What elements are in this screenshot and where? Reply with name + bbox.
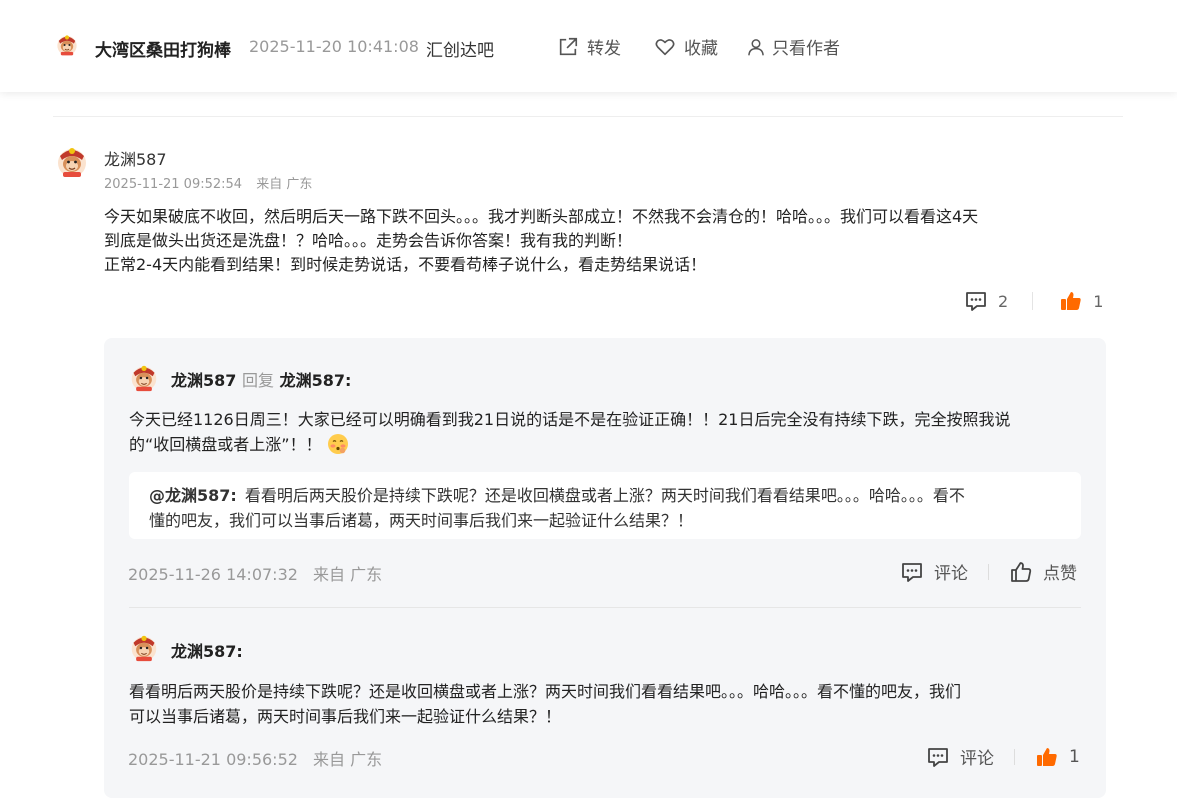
quoted-comment[interactable]: @龙渊587: 看看明后两天股价是持续下跌呢？还是收回横盘或者上涨？两天时间我们看… xyxy=(129,472,1081,539)
comment-icon xyxy=(926,745,950,769)
reply-like-button[interactable]: 1 xyxy=(1035,745,1080,769)
quote-text: 懂的吧友，我们可以当事后诸葛，两天时间事后我们来一起验证什么结果？！ xyxy=(149,511,694,530)
author-only-button[interactable]: 只看作者 xyxy=(746,34,840,59)
avatar-monkey-icon[interactable] xyxy=(130,634,158,662)
reply-actions: 评论 1 xyxy=(926,744,1080,769)
favorite-label: 收藏 xyxy=(684,39,718,59)
action-divider xyxy=(988,563,989,580)
post-time: 2025-11-20 10:41:08 xyxy=(249,37,419,56)
reply-text-line: 看看明后两天股价是持续下跌呢？还是收回横盘或者上涨？两天时间我们看看结果吧。。。… xyxy=(129,682,962,701)
reply-header: 龙渊587 回复 龙渊587: xyxy=(171,367,351,391)
comment-meta: 2025-11-21 09:52:54 来自 广东 xyxy=(104,173,322,192)
reply-count: 2 xyxy=(998,291,1009,311)
comment-location: 来自 广东 xyxy=(256,177,313,192)
reply-text: 看看明后两天股价是持续下跌呢？还是收回横盘或者上涨？两天时间我们看看结果吧。。。… xyxy=(129,679,1089,729)
quote-line: @龙渊587: 看看明后两天股价是持续下跌呢？还是收回横盘或者上涨？两天时间我们看… xyxy=(149,483,1061,508)
comment-text-line: 到底是做头出货还是洗盘！？哈哈。。。走势会告诉你答案！我有我的判断！ xyxy=(104,231,633,250)
reply-comment-button[interactable]: 评论 xyxy=(926,744,994,769)
like-button[interactable]: 1 xyxy=(1059,289,1103,313)
person-icon xyxy=(748,38,764,55)
quote-text: 看看明后两天股价是持续下跌呢？还是收回横盘或者上涨？两天时间我们看看结果吧。。。… xyxy=(244,486,965,505)
action-divider xyxy=(1014,748,1015,765)
reply-like-label: 点赞 xyxy=(1043,564,1077,584)
reply-location: 来自 广东 xyxy=(313,750,383,769)
divider xyxy=(129,607,1081,608)
reply-username[interactable]: 龙渊587: xyxy=(171,642,243,661)
reply-like-button[interactable]: 点赞 xyxy=(1009,559,1077,584)
reply-comment-button[interactable]: 评论 xyxy=(900,559,968,584)
reply-location: 来自 广东 xyxy=(313,565,383,584)
author-only-label: 只看作者 xyxy=(772,39,840,59)
like-count: 1 xyxy=(1093,291,1104,311)
comment-icon xyxy=(964,289,988,313)
reply-to-user[interactable]: 龙渊587: xyxy=(280,371,352,390)
post-header-bar: 大湾区桑田打狗棒 2025-11-20 10:41:08 汇创达吧 转发 收藏 … xyxy=(0,0,1177,92)
thumbs-up-icon xyxy=(1009,560,1033,584)
reply-comment-label: 评论 xyxy=(934,564,968,584)
thumbs-up-icon xyxy=(1035,745,1059,769)
comment-time: 2025-11-21 09:52:54 xyxy=(104,177,243,192)
reply-time: 2025-11-26 14:07:32 xyxy=(128,565,298,584)
comment-icon xyxy=(900,560,924,584)
avatar-monkey-icon[interactable] xyxy=(56,146,88,178)
reply-count-button[interactable]: 2 xyxy=(964,289,1008,313)
reply-text-line: 可以当事后诸葛，两天时间事后我们来一起验证什么结果？！ xyxy=(129,707,562,726)
thumbs-up-icon xyxy=(1059,289,1083,313)
reply-meta: 2025-11-21 09:56:52 来自 广东 xyxy=(128,746,392,770)
share-icon xyxy=(559,37,578,55)
heart-icon xyxy=(655,38,675,55)
divider xyxy=(53,116,1123,117)
replies-container: 龙渊587 回复 龙渊587: 今天已经1126日周三！大家已经可以明确看到我2… xyxy=(104,338,1106,798)
comment-text-line: 今天如果破底不收回，然后明后天一路下跌不回头。。。我才判断头部成立！不然我不会清… xyxy=(104,207,979,226)
reply-text-line: 的“收回横盘或者上涨”！！ xyxy=(129,432,1089,457)
reply-text-fragment: 的“收回横盘或者上涨”！！ xyxy=(129,435,322,454)
comment-actions: 2 1 xyxy=(964,289,1103,313)
share-label: 转发 xyxy=(587,39,621,59)
reply-header: 龙渊587: xyxy=(171,638,243,662)
post-author[interactable]: 大湾区桑田打狗棒 xyxy=(95,36,231,61)
bar-name-link[interactable]: 汇创达吧 xyxy=(426,36,494,61)
quote-username[interactable]: @龙渊587: xyxy=(149,486,237,505)
reply-comment-label: 评论 xyxy=(960,749,994,769)
avatar-monkey-icon[interactable] xyxy=(56,34,78,56)
comment-text-line: 正常2-4天内能看到结果！到时候走势说话，不要看苟棒子说什么，看走势结果说话！ xyxy=(104,255,707,274)
action-divider xyxy=(1032,292,1034,310)
reply-username[interactable]: 龙渊587 xyxy=(171,371,236,390)
reply-text: 今天已经1126日周三！大家已经可以明确看到我21日说的话是不是在验证正确！！2… xyxy=(129,407,1089,457)
comment-username[interactable]: 龙渊587 xyxy=(104,146,167,170)
reply-word: 回复 xyxy=(241,371,274,390)
share-button[interactable]: 转发 xyxy=(557,34,621,59)
reply-actions: 评论 点赞 xyxy=(900,559,1077,584)
reply-text-line: 今天已经1126日周三！大家已经可以明确看到我21日说的话是不是在验证正确！！2… xyxy=(129,410,1011,429)
reply-like-count: 1 xyxy=(1069,746,1080,767)
reply-meta: 2025-11-26 14:07:32 来自 广东 xyxy=(128,561,392,585)
avatar-monkey-icon[interactable] xyxy=(130,364,158,392)
comment-text: 今天如果破底不收回，然后明后天一路下跌不回头。。。我才判断头部成立！不然我不会清… xyxy=(104,205,1114,277)
favorite-button[interactable]: 收藏 xyxy=(654,34,718,59)
blush-emoji-icon xyxy=(327,434,348,454)
reply-time: 2025-11-21 09:56:52 xyxy=(128,750,298,769)
